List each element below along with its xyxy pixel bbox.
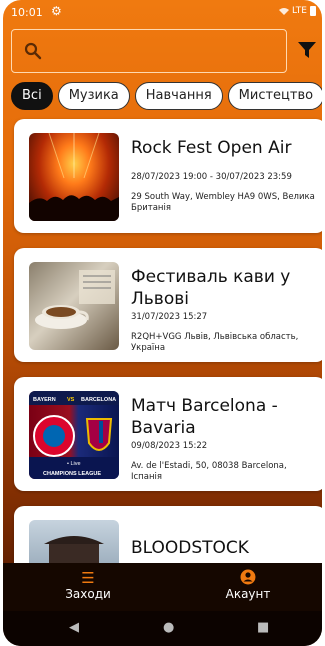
event-date: 31/07/2023 15:27 (131, 312, 208, 322)
chip-music[interactable]: Музика (57, 82, 130, 110)
status-bar: 10:01 ⚙ LTE (3, 0, 322, 24)
event-card[interactable]: Фестиваль кави у Львові 31/07/2023 15:27… (14, 248, 322, 362)
club-crests-image: BAYERN VS BARCELONA • Live CHAMPIONS LEA… (29, 391, 119, 479)
svg-text:• Live: • Live (67, 461, 81, 467)
event-date: 28/07/2023 19:00 - 30/07/2023 23:59 (131, 172, 292, 182)
event-image-concert (29, 133, 119, 221)
chip-all[interactable]: Всі (11, 82, 53, 110)
filter-icon[interactable] (297, 40, 317, 60)
event-address: 29 South Way, Wembley HA9 0WS, Велика Бр… (131, 192, 315, 213)
event-title: Фестиваль кави у Львові (131, 267, 291, 309)
event-image-football: BAYERN VS BARCELONA • Live CHAMPIONS LEA… (29, 391, 119, 479)
crowd-silhouette (29, 133, 119, 221)
wifi-icon (279, 8, 290, 15)
phone-screen: 10:01 ⚙ LTE Всі Музика Навчання Мистецтв… (3, 0, 322, 646)
battery-icon (310, 6, 316, 16)
event-card[interactable]: BAYERN VS BARCELONA • Live CHAMPIONS LEA… (14, 377, 322, 491)
event-date: 09/08/2023 15:22 (131, 441, 208, 451)
nav-events-label: Заходи (65, 587, 111, 601)
event-address: Av. de l'Estadi, 50, 08038 Barcelona, Іс… (131, 461, 287, 482)
status-icons: LTE (279, 6, 316, 16)
event-card[interactable]: Rock Fest Open Air 28/07/2023 19:00 - 30… (14, 119, 322, 233)
network-label: LTE (292, 6, 307, 16)
gear-icon: ⚙ (51, 4, 62, 18)
bottom-navigation: ☰ Заходи Акаунт (3, 563, 322, 611)
chip-education[interactable]: Навчання (134, 82, 223, 110)
menu-icon: ☰ (81, 569, 95, 587)
svg-text:BAYERN: BAYERN (33, 397, 56, 403)
system-navigation-bar: ◀ ● ■ (3, 611, 322, 646)
nav-account-label: Акаунт (225, 587, 271, 601)
recents-icon[interactable]: ■ (257, 620, 269, 635)
svg-text:VS: VS (67, 397, 75, 403)
account-icon (203, 569, 293, 587)
home-icon[interactable]: ● (163, 620, 174, 635)
search-input[interactable] (50, 38, 279, 64)
nav-account[interactable]: Акаунт (203, 569, 293, 601)
search-field[interactable] (11, 29, 287, 73)
status-time: 10:01 (11, 6, 43, 19)
event-title: Rock Fest Open Air (131, 138, 292, 158)
event-title: BLOODSTOCK (131, 538, 249, 558)
svg-text:BARCELONA: BARCELONA (81, 397, 116, 403)
category-chips: Всі Музика Навчання Мистецтво (11, 82, 322, 110)
back-icon[interactable]: ◀ (69, 620, 79, 635)
nav-events[interactable]: ☰ Заходи (43, 569, 133, 601)
chip-art[interactable]: Мистецтво (227, 82, 322, 110)
event-image-coffee (29, 262, 119, 350)
search-icon (24, 42, 42, 60)
event-address: R2QH+VGG Львів, Львівська область, Украї… (131, 332, 299, 353)
coffee-cup-image (35, 270, 115, 329)
event-title: Матч Barcelona - Bavaria (131, 396, 278, 438)
svg-text:CHAMPIONS LEAGUE: CHAMPIONS LEAGUE (43, 471, 101, 477)
